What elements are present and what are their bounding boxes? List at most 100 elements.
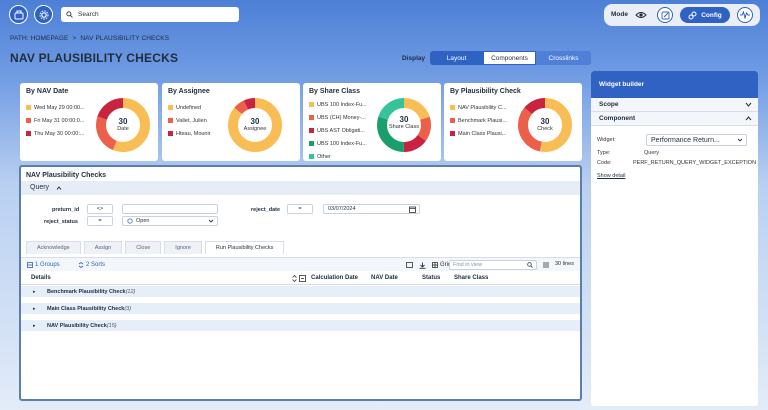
donut-label: Share Class <box>389 124 419 130</box>
show-detail-link[interactable]: Show detail <box>597 173 625 179</box>
legend-item[interactable]: UBS (CH) Money-... <box>309 111 367 124</box>
widget-card[interactable]: By Assignee Undefined Vallet, Julien Hteau… <box>162 83 300 161</box>
filter-operator-reject-date[interactable]: = <box>287 204 313 214</box>
column-nav-date[interactable]: NAV Date <box>371 275 398 281</box>
sorts-label: 2 Sorts <box>86 262 106 268</box>
search-input[interactable]: Search <box>61 7 239 22</box>
widget-card[interactable]: By Plausibility Check NAV Plausibility C… <box>444 83 582 161</box>
close-button[interactable]: Close <box>125 241 162 254</box>
widget-field-label: Widget: <box>597 137 616 143</box>
widget-builder-panel: Widget builder Scope Component Widget: P… <box>591 71 758 406</box>
legend-label: Vallet, Julien <box>176 117 207 124</box>
column-status[interactable]: Status <box>422 275 440 281</box>
type-field-label: Type: <box>597 150 611 156</box>
query-header[interactable]: Query <box>21 181 580 195</box>
chevron-down-icon <box>208 219 214 223</box>
sort-arrows-icon[interactable] <box>292 275 297 282</box>
filter-label-reject-status: reject_status <box>44 219 78 225</box>
column-share-class[interactable]: Share Class <box>454 275 488 281</box>
display-option-layout[interactable]: Layout <box>430 51 483 65</box>
page-title: NAV PLAUSIBILITY CHECKS <box>10 51 179 65</box>
donut-total: 30 <box>118 117 128 126</box>
group-row[interactable]: ▸ Benchmark Plausibility Check(12) <box>21 286 580 299</box>
filter-value-preturn-id[interactable] <box>122 204 218 214</box>
group-row[interactable]: ▸ NAV Plausibility Check(15) <box>21 320 580 333</box>
display-option-crosslinks[interactable]: Crosslinks <box>536 51 591 65</box>
legend-item[interactable]: Other <box>309 150 367 163</box>
groups-chip[interactable]: 1 Groups <box>27 260 60 270</box>
legend-item[interactable]: Hteau, Mounir <box>168 127 211 140</box>
legend-item[interactable]: Main Class Plausi... <box>450 127 507 140</box>
legend-label: Other <box>317 153 331 160</box>
column-calculation-date[interactable]: Calculation Date <box>311 275 358 281</box>
hide-columns-icon[interactable] <box>406 262 413 268</box>
find-in-view-input[interactable]: Find in view <box>449 260 537 270</box>
density-icon[interactable] <box>543 262 549 268</box>
nav-checks-panel: NAV Plausibility Checks Query preturn_id… <box>19 165 582 401</box>
legend-swatch <box>26 118 31 123</box>
sorts-chip[interactable]: 2 Sorts <box>78 260 105 270</box>
acknowledge-button[interactable]: Acknowledge <box>26 241 81 254</box>
filter-operator-reject-status[interactable]: = <box>87 216 113 226</box>
column-menu-icon[interactable] <box>299 275 306 282</box>
legend-item[interactable]: Wed May 29 00:00... <box>26 101 85 114</box>
home-icon[interactable] <box>9 5 28 24</box>
legend-item[interactable]: Benchmark Plausi... <box>450 114 507 127</box>
code-field-label: Code: <box>597 160 612 166</box>
filter-operator-preturn-id[interactable]: <> <box>87 204 113 214</box>
legend-item[interactable]: Thu May 30 00:00:... <box>26 127 85 140</box>
config-button[interactable]: Config <box>680 7 730 23</box>
widget-card[interactable]: By NAV Date Wed May 29 00:00... Fri May 3… <box>20 83 158 161</box>
search-placeholder: Search <box>78 11 99 18</box>
expand-caret-icon[interactable]: ▸ <box>33 289 36 295</box>
component-section[interactable]: Component <box>591 112 758 126</box>
legend-item[interactable]: Fri May 31 00:00:0... <box>26 114 85 127</box>
expand-caret-icon[interactable]: ▸ <box>33 323 36 329</box>
filter-value-reject-status[interactable]: Open <box>122 216 218 226</box>
donut-total: 30 <box>250 117 260 126</box>
legend-item[interactable]: UBS AST Obligati... <box>309 124 367 137</box>
legend-item[interactable]: UBS 100 Index-Fu... <box>309 98 367 111</box>
ignore-button[interactable]: Ignore <box>164 241 202 254</box>
widget-legend: Wed May 29 00:00... Fri May 31 00:00:0...… <box>26 101 85 140</box>
legend-swatch <box>168 118 173 123</box>
panel-title: NAV Plausibility Checks <box>26 172 107 179</box>
donut-label: Assignee <box>243 126 267 132</box>
status-gear-icon <box>127 218 133 224</box>
filter-value-reject-date[interactable]: 03/07/2024 <box>323 204 420 214</box>
legend-label: UBS 100 Index-Fu... <box>317 101 367 108</box>
legend-swatch <box>26 131 31 136</box>
eye-icon[interactable] <box>635 9 647 21</box>
breadcrumb-path[interactable]: PATH: HOMEPAGE <box>10 35 68 42</box>
group-count: (3) <box>124 306 132 312</box>
link-icon <box>688 11 697 19</box>
display-toggle: Layout Components Crosslinks <box>430 51 591 65</box>
widget-legend: NAV Plausibility C... Benchmark Plausi...… <box>450 101 507 140</box>
legend-item[interactable]: Undefined <box>168 101 211 114</box>
activity-icon[interactable] <box>737 7 753 23</box>
legend-item[interactable]: Vallet, Julien <box>168 114 211 127</box>
download-icon[interactable] <box>419 262 426 269</box>
filter-label-preturn-id: preturn_id <box>52 207 80 213</box>
config-label: Config <box>701 11 722 19</box>
donut-total: 30 <box>540 117 550 126</box>
display-option-components[interactable]: Components <box>483 51 536 65</box>
legend-item[interactable]: UBS 100 Index-Fu... <box>309 137 367 150</box>
calendar-icon[interactable] <box>409 206 416 213</box>
edit-pencil-icon[interactable] <box>657 7 673 23</box>
assign-button[interactable]: Assign <box>83 241 123 254</box>
legend-label: Main Class Plausi... <box>458 130 507 137</box>
legend-item[interactable]: NAV Plausibility C... <box>450 101 507 114</box>
widget-select[interactable]: Performance Return... <box>646 134 747 146</box>
widget-title: By Plausibility Check <box>450 88 521 95</box>
settings-gear-icon[interactable] <box>34 5 53 24</box>
column-details[interactable]: Details <box>31 275 51 281</box>
group-row-label: Main Class Plausibility Check(3) <box>47 306 131 312</box>
legend-swatch <box>450 118 455 123</box>
group-count: (15) <box>106 323 117 329</box>
run-plausibility-checks-button[interactable]: Run Plausibility Checks <box>204 241 285 254</box>
scope-section[interactable]: Scope <box>591 98 758 112</box>
expand-caret-icon[interactable]: ▸ <box>33 306 36 312</box>
group-row[interactable]: ▸ Main Class Plausibility Check(3) <box>21 303 580 316</box>
widget-card[interactable]: By Share Class UBS 100 Index-Fu... UBS (C… <box>303 83 441 161</box>
